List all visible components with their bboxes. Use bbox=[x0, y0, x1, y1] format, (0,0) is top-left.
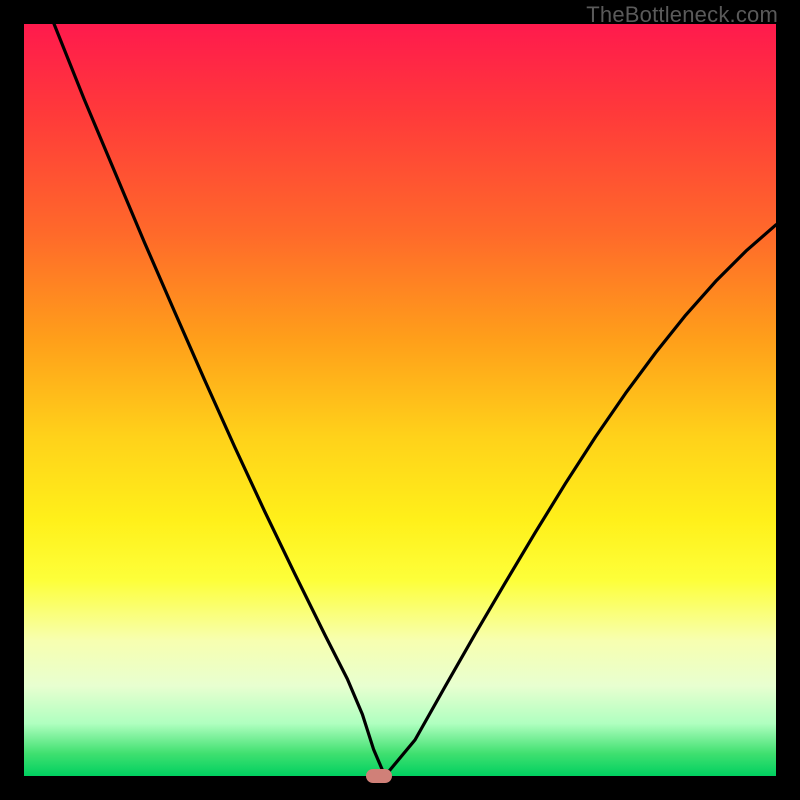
chart-frame: TheBottleneck.com bbox=[0, 0, 800, 800]
optimal-marker bbox=[366, 769, 392, 783]
bottleneck-curve bbox=[24, 24, 776, 776]
plot-area bbox=[24, 24, 776, 776]
watermark-text: TheBottleneck.com bbox=[586, 2, 778, 28]
curve-path bbox=[54, 24, 776, 776]
